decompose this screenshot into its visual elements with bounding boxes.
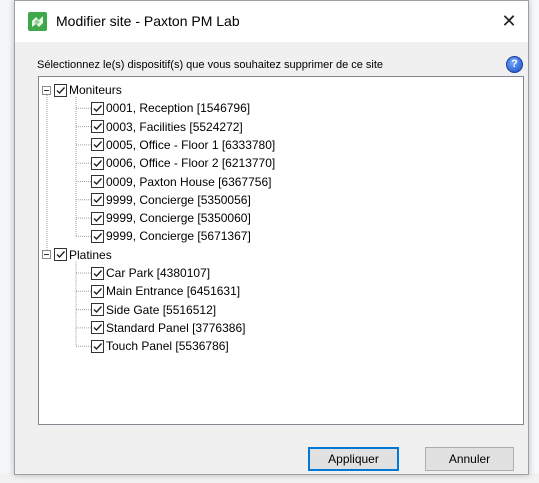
checkmark-icon — [56, 86, 66, 94]
help-icon[interactable]: ? — [506, 56, 523, 73]
apply-button[interactable]: Appliquer — [308, 447, 399, 471]
tree-item-label: Main Entrance [6451631] — [106, 284, 241, 299]
checkbox[interactable] — [91, 303, 104, 317]
tree-item-node[interactable]: 0003, Facilities [5524272] — [91, 118, 243, 136]
tree-item-node[interactable]: 9999, Concierge [5350060] — [91, 209, 251, 227]
checkbox[interactable] — [91, 193, 104, 207]
checkbox[interactable] — [91, 284, 104, 298]
tree-item-node[interactable]: Main Entrance [6451631] — [91, 282, 240, 300]
window-title: Modifier site - Paxton PM Lab — [56, 13, 240, 29]
checkbox[interactable] — [91, 321, 104, 335]
checkmark-icon — [93, 196, 103, 204]
tree-item-node[interactable]: 9999, Concierge [5350056] — [91, 191, 251, 209]
tree-item-label: Car Park [4380107] — [106, 266, 211, 280]
checkmark-icon — [93, 269, 103, 277]
tree-item-node[interactable]: 0006, Office - Floor 2 [6213770] — [91, 154, 275, 172]
checkbox[interactable] — [91, 120, 104, 134]
checkbox[interactable] — [91, 101, 104, 115]
checkbox[interactable] — [91, 266, 104, 280]
checkbox[interactable] — [91, 229, 104, 243]
tree-item-label: 0001, Reception [1546796] — [106, 101, 251, 116]
background-right — [529, 0, 539, 483]
checkmark-icon — [93, 342, 103, 350]
close-icon: ✕ — [501, 11, 517, 31]
instruction-text: Sélectionnez le(s) dispositif(s) que vou… — [37, 59, 384, 71]
tree-group-label: Platines — [69, 247, 112, 262]
checkbox[interactable] — [91, 156, 104, 170]
cancel-button[interactable]: Annuler — [425, 447, 514, 471]
checkbox[interactable] — [91, 175, 104, 188]
checkmark-icon — [56, 251, 66, 259]
title-bar: Modifier site - Paxton PM Lab ✕ — [15, 1, 528, 42]
modify-site-dialog: Modifier site - Paxton PM Lab ✕ Sélectio… — [14, 0, 529, 475]
checkmark-icon — [93, 159, 103, 167]
tree-item-node[interactable]: 0001, Reception [1546796] — [91, 99, 250, 117]
paxton-app-icon — [28, 12, 47, 31]
tree-item-label: 0003, Facilities [5524272] — [106, 119, 243, 134]
tree-item-node[interactable]: Standard Panel [3776386] — [91, 319, 245, 337]
tree-item-label: 0006, Office - Floor 2 [6213770] — [106, 156, 276, 171]
checkbox[interactable] — [91, 138, 104, 152]
checkmark-icon — [93, 306, 103, 314]
device-tree[interactable]: Moniteurs 0001, Reception [1546796] 0003, … — [38, 76, 524, 425]
tree-item-label: 0009, Paxton House [6367756] — [106, 174, 272, 189]
collapse-icon[interactable] — [42, 85, 51, 95]
tree-item-node[interactable]: Side Gate [5516512] — [91, 301, 216, 319]
checkmark-icon — [93, 104, 103, 112]
checkbox[interactable] — [91, 211, 104, 225]
tree-item-node[interactable]: Touch Panel [5536786] — [91, 337, 229, 355]
close-button[interactable]: ✕ — [494, 7, 524, 35]
checkmark-icon — [93, 141, 103, 149]
tree-item-label: Standard Panel [3776386] — [106, 320, 246, 335]
tree-item-node[interactable]: Car Park [4380107] — [91, 264, 210, 282]
collapse-icon[interactable] — [42, 250, 51, 260]
checkmark-icon — [93, 214, 103, 222]
tree-group-label: Moniteurs — [69, 83, 122, 97]
tree-item-label: 9999, Concierge [5350056] — [106, 192, 251, 207]
checkbox[interactable] — [54, 83, 67, 97]
tree-item-label: Touch Panel [5536786] — [106, 339, 229, 354]
background-left — [0, 0, 14, 483]
checkmark-icon — [93, 123, 103, 131]
tree-item-label: 9999, Concierge [5671367] — [106, 229, 251, 244]
tree-item-label: 9999, Concierge [5350060] — [106, 211, 251, 226]
tree-item-node[interactable]: 0005, Office - Floor 1 [6333780] — [91, 136, 275, 154]
tree-item-node[interactable]: 9999, Concierge [5671367] — [91, 227, 251, 245]
checkmark-icon — [93, 232, 103, 240]
tree-item-label: 0005, Office - Floor 1 [6333780] — [106, 137, 276, 152]
checkbox[interactable] — [54, 248, 67, 262]
tree-group-node[interactable]: Platines — [42, 246, 112, 264]
checkmark-icon — [93, 324, 103, 332]
tree-item-label: Side Gate [5516512] — [106, 302, 217, 317]
tree-group-node[interactable]: Moniteurs — [42, 81, 122, 99]
checkmark-icon — [93, 287, 103, 295]
tree-item-node[interactable]: 0009, Paxton House [6367756] — [91, 173, 271, 191]
checkbox[interactable] — [91, 339, 104, 353]
checkmark-icon — [93, 178, 103, 186]
